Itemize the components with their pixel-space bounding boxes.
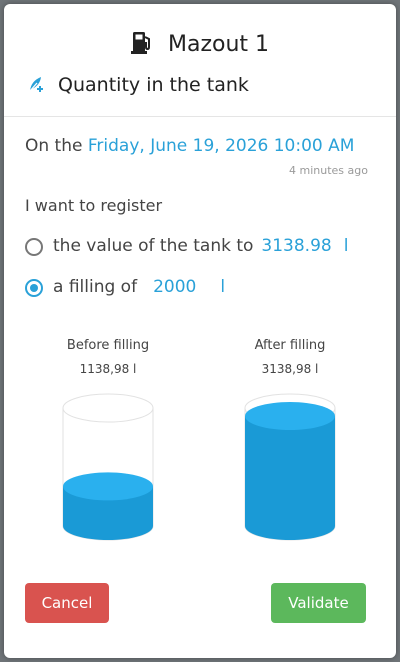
leaf-plus-icon — [28, 75, 46, 98]
dialog-title-row: Mazout 1 — [4, 30, 396, 60]
register-label: I want to register — [25, 196, 163, 215]
option-tank-value[interactable]: the value of the tank to 3138.98 l — [25, 234, 348, 258]
filling-unit: l — [220, 277, 226, 297]
validate-button[interactable]: Validate — [271, 583, 366, 623]
filling-input[interactable]: 2000 — [153, 277, 196, 297]
before-filling-value: 1138,98 l — [79, 362, 137, 376]
after-filling-label: After filling — [254, 338, 326, 353]
before-tank-rim — [62, 393, 154, 423]
tank-value-input[interactable]: 3138.98 — [261, 236, 331, 256]
option-filling-label: a filling of — [53, 277, 138, 297]
before-filling-tank — [62, 393, 154, 541]
relative-time: 4 minutes ago — [289, 164, 368, 177]
tank-value-unit: l — [343, 236, 349, 256]
dialog-subtitle: Quantity in the tank — [58, 74, 249, 96]
before-filling-label: Before filling — [66, 338, 150, 353]
before-tank-liquid-surface — [63, 472, 153, 501]
on-prefix: On the — [25, 136, 83, 156]
cancel-button[interactable]: Cancel — [25, 583, 109, 623]
dialog-header: Mazout 1 Quantity in the tank — [4, 4, 396, 117]
dialog-title: Mazout 1 — [167, 32, 270, 57]
option-tank-value-label: the value of the tank to — [53, 236, 254, 256]
fuel-pump-icon — [130, 30, 153, 60]
date-link[interactable]: Friday, June 19, 2026 10:00 AM — [88, 136, 355, 156]
after-filling-tank — [244, 393, 336, 541]
quantity-dialog: Mazout 1 Quantity in the tank — [4, 4, 396, 658]
date-row: On the Friday, June 19, 2026 10:00 AM — [25, 136, 354, 156]
after-tank-liquid-surface — [245, 402, 335, 430]
after-tank-liquid — [245, 416, 335, 540]
after-filling-value: 3138,98 l — [261, 362, 319, 376]
option-filling[interactable]: a filling of 2000 l — [25, 275, 225, 299]
radio-tank-value[interactable] — [25, 238, 43, 256]
radio-filling[interactable] — [25, 279, 43, 297]
dialog-subtitle-row: Quantity in the tank — [28, 74, 249, 98]
